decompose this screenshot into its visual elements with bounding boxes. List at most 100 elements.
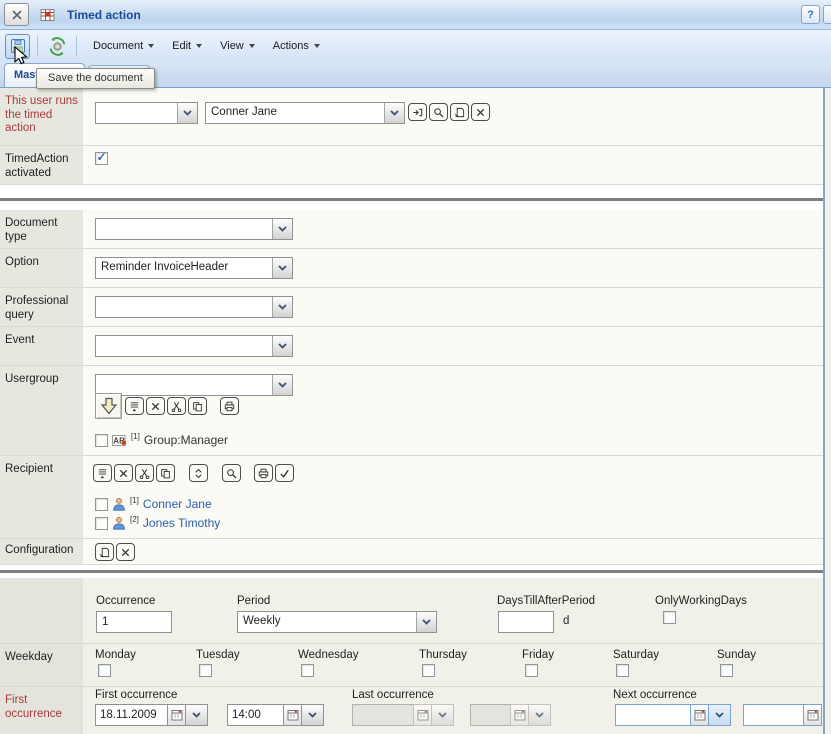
- chevron-down-icon[interactable]: [384, 103, 404, 123]
- recipient-link[interactable]: Conner Jane: [143, 497, 212, 511]
- calendar-icon: [694, 709, 706, 721]
- process-engine-button[interactable]: [45, 34, 69, 58]
- row-weekday: Weekday Monday Tuesday Wednesday Thursda…: [0, 644, 823, 687]
- period-label: Period: [237, 595, 270, 607]
- usergroup-item: AB [1] Group:Manager: [95, 432, 228, 448]
- timed-action-icon: [39, 7, 56, 23]
- chevron-down-icon[interactable]: [272, 258, 292, 278]
- occurrence-input[interactable]: [96, 611, 172, 633]
- menu-edit[interactable]: Edit: [163, 35, 211, 57]
- last-occurrence-label: Last occurrence: [352, 689, 434, 701]
- gear-icon: [48, 37, 67, 56]
- chevron-down-icon[interactable]: [416, 612, 436, 632]
- weekday-friday: Friday: [522, 649, 554, 677]
- close-button[interactable]: [4, 3, 29, 26]
- period-combobox[interactable]: Weekly: [237, 611, 437, 633]
- only-working-days-label: OnlyWorkingDays: [655, 595, 747, 607]
- thursday-checkbox[interactable]: [422, 664, 435, 677]
- row-usergroup: Usergroup: [0, 366, 823, 456]
- monday-checkbox[interactable]: [98, 664, 111, 677]
- next-date-input[interactable]: [615, 704, 690, 726]
- user-type-combobox[interactable]: [95, 102, 198, 124]
- tuesday-checkbox[interactable]: [199, 664, 212, 677]
- weekday-sunday: Sunday: [717, 649, 756, 677]
- chevron-down-icon: [314, 44, 320, 48]
- pick-configuration-button[interactable]: [95, 543, 114, 561]
- row-label: First occurrence: [0, 687, 83, 734]
- next-time-calendar-button[interactable]: [803, 704, 822, 726]
- friday-checkbox[interactable]: [525, 664, 538, 677]
- cut-button[interactable]: [167, 397, 186, 415]
- menu-view[interactable]: View: [211, 35, 264, 57]
- row-schedule: Occurrence Period Weekly DaysTillAfterPe…: [0, 578, 823, 644]
- last-date-calendar-button: [413, 704, 432, 726]
- recipient-checkbox[interactable]: [95, 517, 108, 530]
- recipient-item: [1] Conner Jane: [95, 496, 212, 512]
- clear-configuration-button[interactable]: [116, 543, 135, 561]
- days-till-after-period-input[interactable]: [498, 611, 554, 633]
- first-time-dropdown-button[interactable]: [302, 704, 324, 726]
- recipient-checkbox[interactable]: [95, 498, 108, 511]
- chevron-down-icon[interactable]: [272, 336, 292, 356]
- first-occurrence-label: First occurrence: [95, 689, 177, 701]
- printer-icon: [224, 401, 235, 412]
- weekday-tuesday: Tuesday: [196, 649, 240, 677]
- print-button[interactable]: [220, 397, 239, 415]
- sort-button[interactable]: [189, 464, 208, 482]
- chevron-down-icon[interactable]: [272, 297, 292, 317]
- last-time-dropdown-button: [529, 704, 551, 726]
- toolbar-separator: [76, 36, 77, 56]
- run-user-combobox[interactable]: Conner Jane: [205, 102, 405, 124]
- print-button[interactable]: [254, 464, 273, 482]
- option-combobox[interactable]: Reminder InvoiceHeader: [95, 257, 293, 279]
- confirm-button[interactable]: [275, 464, 294, 482]
- clipped-window-button[interactable]: [823, 5, 831, 24]
- remove-button[interactable]: [146, 397, 165, 415]
- next-date-calendar-button[interactable]: [690, 704, 709, 726]
- menu-document[interactable]: Document: [84, 35, 163, 57]
- list-top-button[interactable]: [125, 397, 144, 415]
- saturday-checkbox[interactable]: [616, 664, 629, 677]
- help-button[interactable]: ?: [801, 5, 820, 24]
- remove-button[interactable]: [114, 464, 133, 482]
- goto-user-button[interactable]: [408, 103, 427, 121]
- first-date-input[interactable]: [95, 704, 167, 726]
- clear-user-button[interactable]: [471, 103, 490, 121]
- add-usergroup-button[interactable]: [95, 393, 122, 419]
- row-runs-user: This user runs the timed action Conner J…: [0, 88, 823, 146]
- next-time-input[interactable]: [743, 704, 803, 726]
- first-date-calendar-button[interactable]: [167, 704, 186, 726]
- menu-actions[interactable]: Actions: [264, 35, 329, 57]
- sunday-checkbox[interactable]: [720, 664, 733, 677]
- search-icon: [433, 107, 444, 118]
- cut-icon: [171, 401, 182, 412]
- first-date-dropdown-button[interactable]: [186, 704, 208, 726]
- recipient-link[interactable]: Jones Timothy: [143, 516, 220, 530]
- chevron-down-icon[interactable]: [272, 219, 292, 239]
- search-button[interactable]: [222, 464, 241, 482]
- chevron-down-icon[interactable]: [177, 103, 197, 123]
- copy-button[interactable]: [188, 397, 207, 415]
- copy-button[interactable]: [156, 464, 175, 482]
- activated-checkbox[interactable]: [95, 152, 108, 165]
- first-time-calendar-button[interactable]: [283, 704, 302, 726]
- list-top-button[interactable]: [93, 464, 112, 482]
- next-date-dropdown-button[interactable]: [709, 704, 731, 726]
- first-time-input[interactable]: [227, 704, 283, 726]
- event-combobox[interactable]: [95, 335, 293, 357]
- chevron-down-icon[interactable]: [272, 375, 292, 395]
- professional-query-combobox[interactable]: [95, 296, 293, 318]
- mouse-cursor: [14, 46, 29, 67]
- usergroup-item-checkbox[interactable]: [95, 434, 108, 447]
- search-user-button[interactable]: [429, 103, 448, 121]
- wednesday-checkbox[interactable]: [301, 664, 314, 677]
- ab-name-icon: AB: [112, 435, 127, 446]
- cut-button[interactable]: [135, 464, 154, 482]
- usergroup-combobox[interactable]: [95, 374, 293, 396]
- search-icon: [226, 468, 237, 479]
- last-date-dropdown-button: [432, 704, 454, 726]
- document-type-combobox[interactable]: [95, 218, 293, 240]
- save-tooltip: Save the document: [36, 68, 155, 89]
- only-working-days-checkbox[interactable]: [663, 611, 676, 624]
- pick-user-button[interactable]: [450, 103, 469, 121]
